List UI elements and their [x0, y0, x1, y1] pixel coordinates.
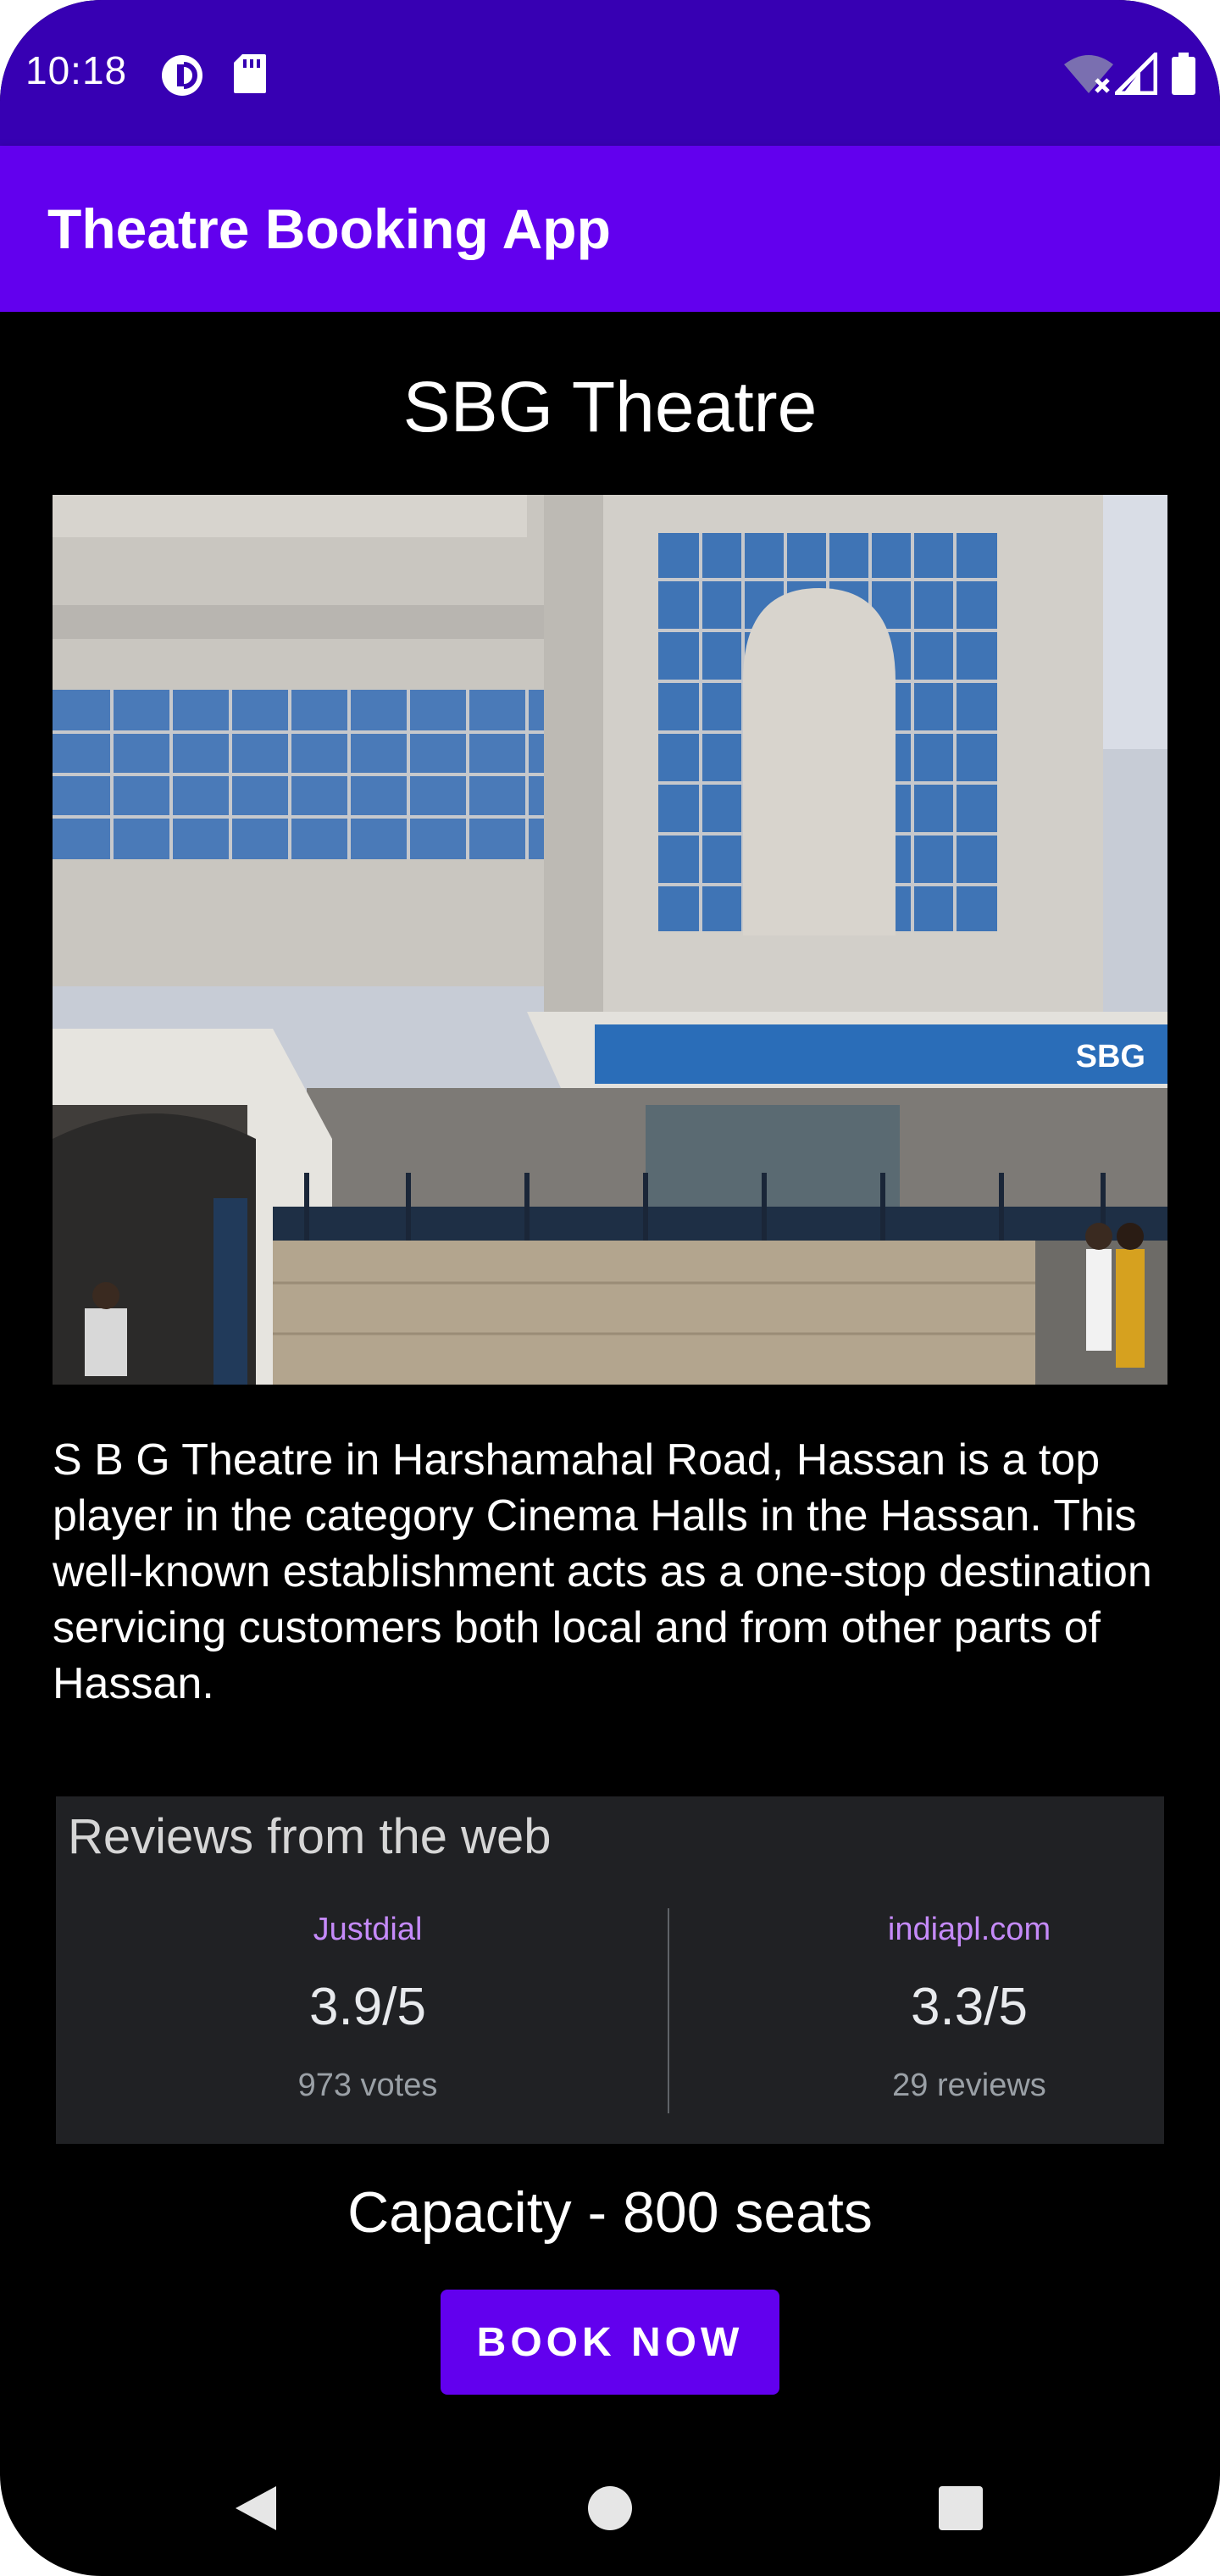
reviews-card: Reviews from the web Justdial 3.9/5 973 …	[56, 1796, 1164, 2144]
back-icon[interactable]	[230, 2483, 281, 2538]
home-icon[interactable]	[585, 2483, 635, 2538]
signal-icon	[1111, 48, 1158, 99]
book-now-button[interactable]: BOOK NOW	[441, 2290, 779, 2395]
review-score: 3.9/5	[309, 1978, 426, 2036]
review-count: 973 votes	[297, 2068, 438, 2103]
recents-icon[interactable]	[935, 2483, 986, 2538]
review-indiapl: indiapl.com 3.3/5 29 reviews	[800, 1912, 1139, 2104]
navigation-bar	[0, 2440, 1220, 2576]
phone-screen: 10:18 Theatre Booking App SBG Theatre SB…	[0, 0, 1220, 2576]
sign-text: SBG	[1076, 1039, 1145, 1074]
review-divider	[668, 1908, 669, 2113]
battery-icon	[1171, 53, 1196, 99]
status-bar: 10:18	[0, 0, 1220, 146]
review-score: 3.3/5	[911, 1978, 1028, 2036]
review-justdial: Justdial 3.9/5 973 votes	[198, 1912, 537, 2104]
sd-card-icon	[232, 53, 268, 99]
review-count: 29 reviews	[892, 2068, 1046, 2103]
wifi-off-icon	[1062, 53, 1115, 99]
status-time: 10:18	[25, 48, 128, 92]
data-saver-icon	[159, 53, 205, 103]
app-title: Theatre Booking App	[47, 197, 611, 260]
theatre-photo: SBG	[53, 495, 1167, 1385]
theatre-description: S B G Theatre in Harshamahal Road, Hassa…	[53, 1435, 1152, 1708]
review-source[interactable]: Justdial	[198, 1912, 537, 1948]
review-source[interactable]: indiapl.com	[800, 1912, 1139, 1948]
reviews-title: Reviews from the web	[68, 1809, 552, 1864]
capacity-text: Capacity - 800 seats	[347, 2180, 873, 2245]
app-bar: Theatre Booking App	[0, 146, 1220, 312]
theatre-name: SBG Theatre	[402, 367, 818, 447]
